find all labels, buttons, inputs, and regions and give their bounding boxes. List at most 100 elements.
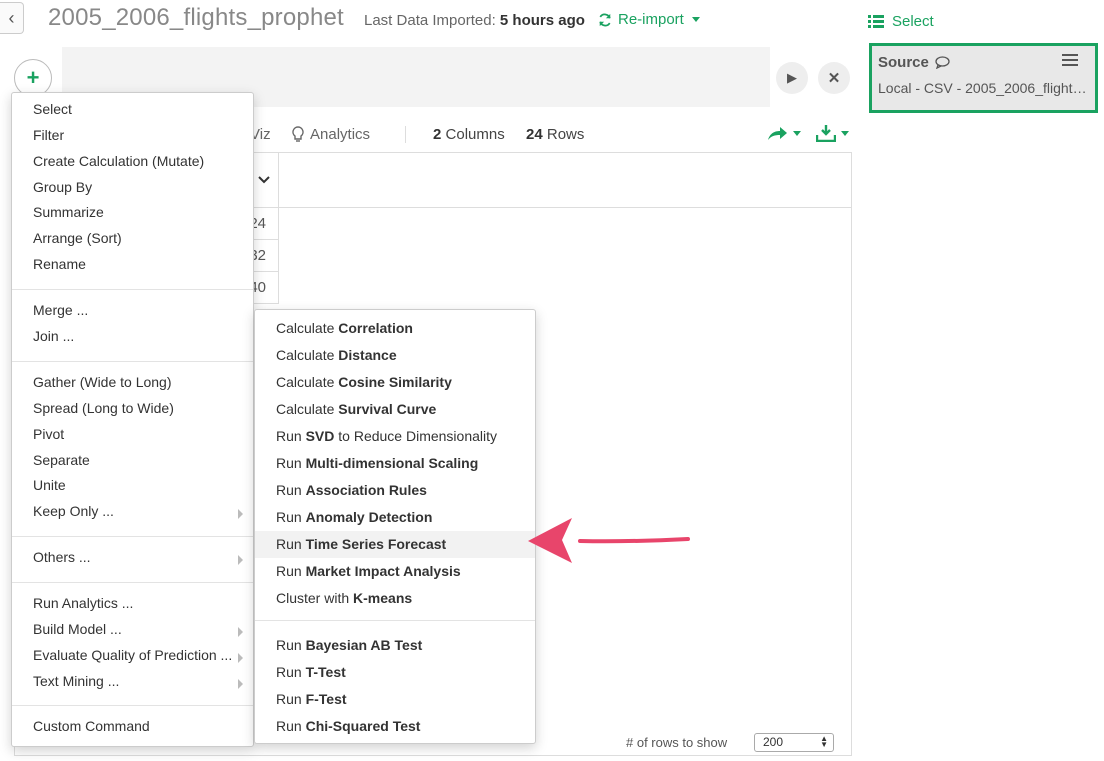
menu-item-prefix: Run xyxy=(276,637,306,653)
hamburger-menu-icon[interactable] xyxy=(1062,54,1078,69)
menu-item[interactable]: Evaluate Quality of Prediction ... xyxy=(33,647,232,663)
analytics-menu-item[interactable]: Run Anomaly Detection xyxy=(255,504,535,531)
menu-item[interactable]: Text Mining ... xyxy=(33,673,119,689)
caret-down-icon xyxy=(841,130,849,136)
rows-to-show-label: # of rows to show xyxy=(626,735,728,750)
lightbulb-icon xyxy=(292,126,304,142)
submenu-arrow-icon xyxy=(238,626,243,637)
menu-item-keyword: Cosine Similarity xyxy=(338,374,452,390)
menu-item-prefix: Cluster with xyxy=(276,590,354,606)
rows-to-show-value: 200 xyxy=(763,735,784,749)
menu-item-prefix: Calculate xyxy=(276,401,339,417)
analytics-menu-item[interactable]: Run SVD to Reduce Dimensionality xyxy=(255,423,535,450)
comment-icon[interactable] xyxy=(935,56,950,69)
annotation-arrow xyxy=(528,518,690,563)
menu-item[interactable]: Select xyxy=(33,101,72,117)
rows-count: 24 Rows xyxy=(526,126,584,143)
menu-item-prefix: Run xyxy=(276,691,306,707)
menu-divider xyxy=(12,361,253,362)
analytics-menu-item[interactable]: Run Market Impact Analysis xyxy=(255,558,535,585)
list-icon xyxy=(868,15,884,28)
menu-divider xyxy=(12,536,253,537)
source-title-label: Source xyxy=(878,54,929,71)
menu-item-keyword: Association Rules xyxy=(305,482,427,498)
menu-item-keyword: Multi-dimensional Scaling xyxy=(305,455,479,471)
menu-item-keyword: K-means xyxy=(353,590,413,606)
menu-item[interactable]: Merge ... xyxy=(33,302,88,318)
menu-item[interactable]: Group By xyxy=(33,179,92,195)
reimport-label: Re-import xyxy=(618,11,684,28)
chevron-down-icon xyxy=(258,176,270,184)
select-step-label: Select xyxy=(892,13,934,30)
analytics-menu-item[interactable]: Run Multi-dimensional Scaling xyxy=(255,450,535,477)
refresh-icon xyxy=(599,13,611,26)
run-button[interactable]: ▶ xyxy=(776,62,808,94)
menu-divider xyxy=(255,620,535,621)
menu-item[interactable]: Custom Command xyxy=(33,718,150,734)
menu-item-prefix: Run xyxy=(276,455,306,471)
analytics-menu-item[interactable]: Run F-Test xyxy=(255,686,535,713)
menu-item[interactable]: Rename xyxy=(33,256,86,272)
close-icon: ✕ xyxy=(827,70,841,87)
menu-item-keyword: T-Test xyxy=(305,664,346,680)
download-icon xyxy=(816,125,836,142)
back-button[interactable]: ‹ xyxy=(0,2,24,34)
caret-down-icon xyxy=(691,17,700,22)
columns-count-value: 2 xyxy=(433,126,442,143)
select-step-link[interactable]: Select xyxy=(868,13,934,30)
last-imported-value: 5 hours ago xyxy=(499,12,585,29)
menu-item-prefix: Calculate xyxy=(276,320,339,336)
menu-item[interactable]: Spread (Long to Wide) xyxy=(33,400,174,416)
analytics-menu-item[interactable]: Run Association Rules xyxy=(255,477,535,504)
menu-item[interactable]: Build Model ... xyxy=(33,621,122,637)
play-icon: ▶ xyxy=(787,70,797,85)
columns-count-label: Columns xyxy=(445,126,505,143)
submenu-arrow-icon xyxy=(238,555,243,565)
menu-item[interactable]: Separate xyxy=(33,452,90,468)
share-icon xyxy=(768,127,787,140)
menu-item-keyword: Anomaly Detection xyxy=(305,509,433,525)
menu-item[interactable]: Unite xyxy=(33,477,66,493)
menu-item[interactable]: Create Calculation (Mutate) xyxy=(33,153,204,169)
menu-item[interactable]: Gather (Wide to Long) xyxy=(33,374,172,390)
analytics-menu-item[interactable]: Calculate Survival Curve xyxy=(255,396,535,423)
analytics-menu-item[interactable]: Calculate Correlation xyxy=(255,315,535,342)
toolbar-divider xyxy=(405,126,406,143)
reimport-button[interactable]: Re-import xyxy=(598,11,700,28)
menu-item-keyword: F-Test xyxy=(305,691,347,707)
analytics-menu-item[interactable]: Calculate Cosine Similarity xyxy=(255,369,535,396)
submenu-arrow-icon xyxy=(238,678,243,689)
source-detail: Local - CSV - 2005_2006_flights_prophet xyxy=(878,80,1090,96)
menu-item[interactable]: Run Analytics ... xyxy=(33,595,133,611)
menu-divider xyxy=(12,705,253,706)
close-button[interactable]: ✕ xyxy=(818,62,850,94)
analytics-menu-item[interactable]: Calculate Distance xyxy=(255,342,535,369)
menu-item-prefix: Calculate xyxy=(276,347,339,363)
menu-item[interactable]: Summarize xyxy=(33,204,104,220)
share-button[interactable] xyxy=(766,124,801,142)
menu-item-prefix: Run xyxy=(276,563,306,579)
menu-divider xyxy=(12,289,253,290)
analytics-menu-item[interactable]: Cluster with K-means xyxy=(255,585,535,612)
menu-divider xyxy=(12,582,253,583)
menu-item[interactable]: Join ... xyxy=(33,328,74,344)
menu-item[interactable]: Pivot xyxy=(33,426,64,442)
menu-item[interactable]: Others ... xyxy=(33,549,91,565)
last-imported: Last Data Imported: 5 hours ago xyxy=(364,12,585,29)
analytics-menu-item[interactable]: Run Time Series Forecast xyxy=(255,531,535,558)
rows-to-show-select[interactable]: 200 ▲ ▼ xyxy=(754,733,834,752)
analytics-menu-item[interactable]: Run Chi-Squared Test xyxy=(255,713,535,740)
menu-item[interactable]: Keep Only ... xyxy=(33,503,114,519)
add-step-menu: Select Filter Create Calculation (Mutate) G… xyxy=(11,92,254,747)
page-title: 2005_2006_flights_prophet xyxy=(48,4,344,31)
download-button[interactable] xyxy=(816,124,849,142)
rows-count-value: 24 xyxy=(526,126,543,143)
analytics-menu-item[interactable]: Run T-Test xyxy=(255,659,535,686)
menu-item[interactable]: Arrange (Sort) xyxy=(33,230,122,246)
tab-analytics[interactable]: Analytics xyxy=(292,126,370,143)
menu-item-keyword: Bayesian AB Test xyxy=(305,637,423,653)
menu-item-prefix: Run xyxy=(276,482,306,498)
analytics-menu-item[interactable]: Run Bayesian AB Test xyxy=(255,632,535,659)
source-title: Source xyxy=(878,54,950,71)
menu-item[interactable]: Filter xyxy=(33,127,64,143)
